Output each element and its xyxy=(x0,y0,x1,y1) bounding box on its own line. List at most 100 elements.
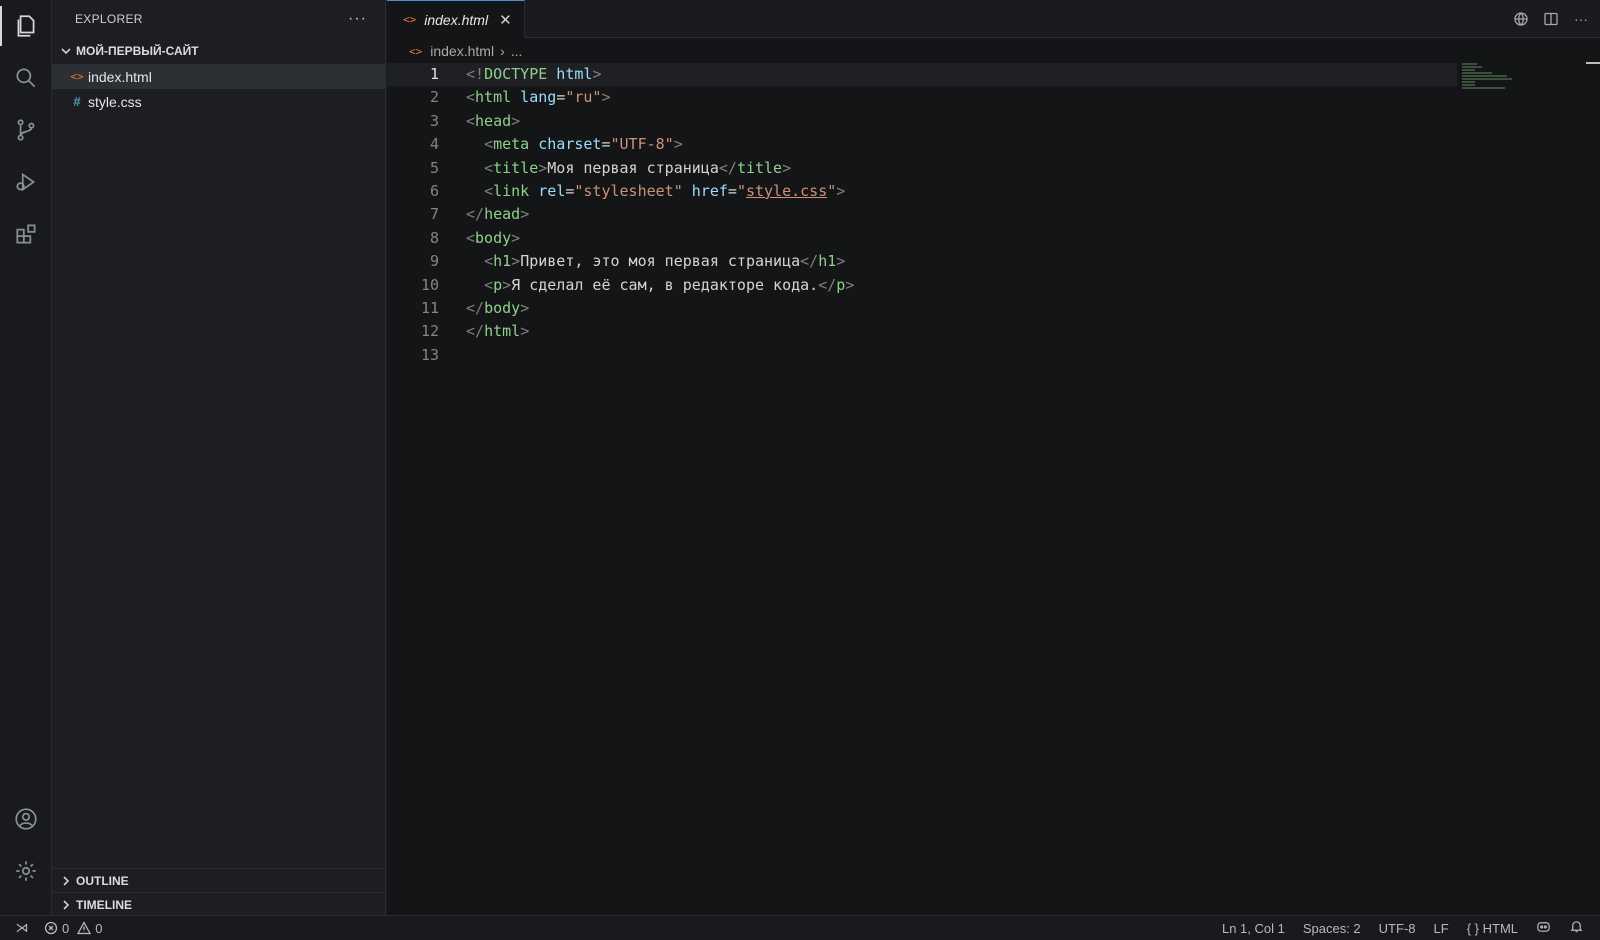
code-token: body xyxy=(475,228,512,247)
line-number: 6 xyxy=(429,181,439,200)
folder-root[interactable]: МОЙ-ПЕРВЫЙ-САЙТ xyxy=(52,38,385,64)
minimap[interactable] xyxy=(1462,63,1512,93)
account-icon[interactable] xyxy=(0,793,52,845)
code-text: <title>Моя первая страница</title> xyxy=(466,157,791,180)
code-token: head xyxy=(484,205,521,224)
html-file-icon: <> xyxy=(403,13,417,26)
encoding[interactable]: UTF-8 xyxy=(1379,921,1416,936)
code-text: <head> xyxy=(466,110,520,133)
copilot-icon[interactable] xyxy=(1536,919,1551,937)
code-token: rel xyxy=(529,181,566,200)
code-line[interactable]: 3 <head> xyxy=(387,110,1457,133)
code-text: <link rel="stylesheet" href="style.css"> xyxy=(466,180,845,203)
code-line[interactable]: 1 <!DOCTYPE html> xyxy=(387,63,1457,87)
code-line[interactable]: 2 <html lang="ru"> xyxy=(387,86,1457,109)
code-line[interactable]: 13 xyxy=(387,344,1457,367)
code-token: title xyxy=(493,158,539,177)
code-token: = xyxy=(556,88,566,107)
code-line[interactable]: 5 <title>Моя первая страница</title> xyxy=(387,157,1457,180)
code-token: <! xyxy=(466,65,485,83)
line-number: 3 xyxy=(429,111,439,130)
code-token: > xyxy=(592,65,602,83)
code-line[interactable]: 11 </body> xyxy=(387,297,1457,320)
code-token: < xyxy=(484,158,494,177)
code-token: lang xyxy=(511,88,557,107)
code-line[interactable]: 8 <body> xyxy=(387,227,1457,250)
indentation[interactable]: Spaces: 2 xyxy=(1303,921,1361,936)
code-token: > xyxy=(520,298,530,317)
code-text: <meta charset="UTF-8"> xyxy=(466,133,683,156)
breadcrumb-rest[interactable]: ... xyxy=(511,43,523,59)
source-control-icon[interactable] xyxy=(0,104,52,156)
css-file-icon: # xyxy=(73,94,81,109)
code-token: > xyxy=(836,181,846,200)
more-actions-icon[interactable]: ··· xyxy=(1572,10,1590,28)
code-token: "ru" xyxy=(565,88,602,107)
run-debug-icon[interactable] xyxy=(0,156,52,208)
explorer-title: EXPLORER xyxy=(75,12,143,26)
chevron-right-icon xyxy=(58,897,74,913)
code-text: <p>Я сделал её сам, в редакторе кода.</p… xyxy=(466,274,854,297)
code-line[interactable]: 9 <h1>Привет, это моя первая страница</h… xyxy=(387,250,1457,273)
notifications-bell-icon[interactable] xyxy=(1569,919,1584,937)
code-editor[interactable]: 1 <!DOCTYPE html> 2 <html lang="ru"> 3 <head>… xyxy=(387,63,1457,367)
code-token: < xyxy=(484,135,494,154)
code-line[interactable]: 6 <link rel="stylesheet" href="style.css… xyxy=(387,180,1457,203)
close-icon[interactable]: ✕ xyxy=(499,11,512,29)
code-token: > xyxy=(836,252,846,271)
line-ending[interactable]: LF xyxy=(1434,921,1449,936)
code-line[interactable]: 12 </html> xyxy=(387,320,1457,343)
braces-icon: { } xyxy=(1466,920,1479,936)
settings-gear-icon[interactable] xyxy=(0,845,52,897)
code-token: < xyxy=(484,275,494,294)
problems-indicator[interactable]: 0 0 xyxy=(44,921,102,936)
code-token: > xyxy=(520,205,530,224)
code-line[interactable]: 4 <meta charset="UTF-8"> xyxy=(387,133,1457,156)
timeline-section[interactable]: TIMELINE xyxy=(52,892,386,916)
split-editor-icon[interactable] xyxy=(1542,10,1560,28)
error-icon xyxy=(44,921,58,935)
explorer-sidebar: EXPLORER ··· МОЙ-ПЕРВЫЙ-САЙТ <> index.ht… xyxy=(52,0,386,915)
language-mode[interactable]: { } HTML xyxy=(1467,921,1518,936)
status-bar: ⋊ 0 0 Ln 1, Col 1 Spaces: 2 UTF-8 LF { }… xyxy=(0,915,1600,940)
file-item-style-css[interactable]: # style.css xyxy=(52,89,385,114)
code-line[interactable]: 10 <p>Я сделал её сам, в редакторе кода.… xyxy=(387,274,1457,297)
code-token: = xyxy=(727,181,737,200)
line-number: 10 xyxy=(420,275,439,294)
activity-bar xyxy=(0,0,52,915)
remote-icon[interactable]: ⋊ xyxy=(0,920,44,936)
code-token: Я сделал её сам, в редакторе кода. xyxy=(511,275,819,294)
outline-label: OUTLINE xyxy=(76,873,129,888)
file-item-index-html[interactable]: <> index.html xyxy=(52,64,385,89)
cursor-position[interactable]: Ln 1, Col 1 xyxy=(1222,921,1285,936)
line-number: 7 xyxy=(429,205,439,224)
tab-index-html[interactable]: <> index.html ✕ xyxy=(387,0,525,38)
code-token: Привет, это моя первая страница xyxy=(520,252,801,271)
code-token: > xyxy=(502,275,512,294)
code-token: </ xyxy=(466,322,485,341)
warning-icon xyxy=(77,921,92,935)
code-token: > xyxy=(845,275,855,294)
code-token: > xyxy=(511,252,521,271)
more-actions-icon[interactable]: ··· xyxy=(348,10,367,28)
extensions-icon[interactable] xyxy=(0,208,52,260)
scrollbar-marker[interactable] xyxy=(1586,62,1600,64)
code-token: p xyxy=(836,275,846,294)
code-line[interactable]: 7 </head> xyxy=(387,203,1457,226)
code-token: Моя первая страница xyxy=(547,158,719,177)
code-token: body xyxy=(484,298,521,317)
globe-icon[interactable] xyxy=(1512,10,1530,28)
code-token: h1 xyxy=(493,252,512,271)
breadcrumb-file[interactable]: index.html xyxy=(430,43,494,59)
code-token: " xyxy=(827,181,837,200)
explorer-icon[interactable] xyxy=(0,0,52,52)
outline-section[interactable]: OUTLINE xyxy=(52,868,386,892)
code-token: "stylesheet" xyxy=(574,181,683,200)
search-icon[interactable] xyxy=(0,52,52,104)
html-file-icon: <> xyxy=(409,44,423,58)
